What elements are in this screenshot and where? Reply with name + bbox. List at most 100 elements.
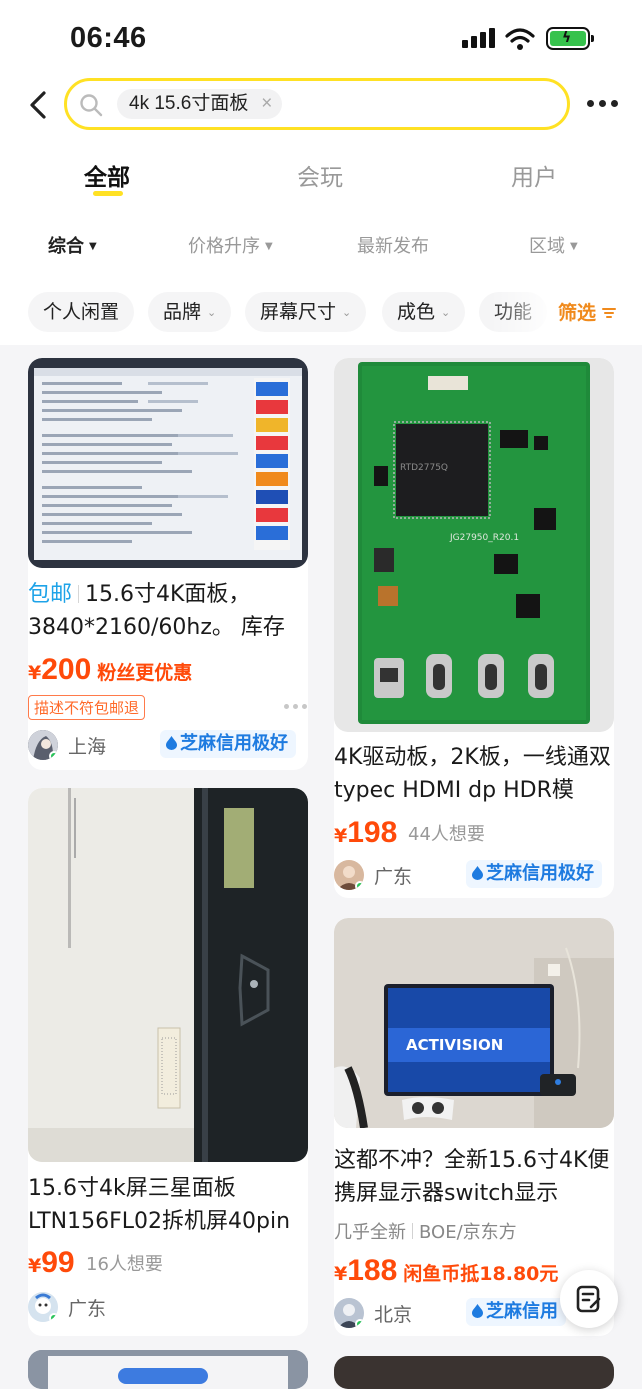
tab-all[interactable]: 全部 xyxy=(84,158,130,192)
sort-latest[interactable]: 最新发布 xyxy=(357,232,429,258)
product-title: 4K驱动板，2K板，一线通双typec HDMI dp HDR模 xyxy=(334,745,611,803)
wifi-icon xyxy=(505,28,535,50)
chip-brand[interactable]: 品牌 ⌄ xyxy=(148,292,232,332)
product-price: ¥188 闲鱼币抵18.80元 xyxy=(334,1254,558,1288)
search-query: 4k 15.6寸面板 xyxy=(129,93,249,114)
sort-label: 综合 xyxy=(48,236,84,257)
avatar[interactable] xyxy=(334,860,364,890)
product-price: ¥198 xyxy=(334,816,397,850)
caret-down-icon: ▼ xyxy=(89,241,97,252)
more-icon[interactable] xyxy=(587,100,619,108)
seller-row: 广东 xyxy=(28,1290,308,1324)
edit-list-icon xyxy=(576,1285,601,1313)
compose-button[interactable] xyxy=(560,1270,618,1328)
tab-play[interactable]: 会玩 xyxy=(297,158,343,192)
product-title: 包邮 15.6寸4K面板，3840*2160/60hz。 库存 xyxy=(28,578,308,644)
product-image: RTD2775Q JG27950_R20.1 xyxy=(334,358,614,732)
credit-text: 芝麻信用 xyxy=(486,1301,558,1322)
avatar[interactable] xyxy=(334,1298,364,1328)
currency-symbol: ¥ xyxy=(334,825,348,847)
free-shipping-tag: 包邮 xyxy=(28,582,73,607)
result-tabs: 全部 会玩 用户 xyxy=(0,154,642,204)
filter-icon xyxy=(602,308,617,318)
active-tab-indicator xyxy=(93,191,123,196)
price-value: 188 xyxy=(347,1254,398,1287)
search-box[interactable]: 4k 15.6寸面板 × xyxy=(64,78,570,130)
currency-symbol: ¥ xyxy=(28,1255,42,1277)
clock: 06:46 xyxy=(70,22,147,54)
product-title: 15.6寸4k屏三星面板LTN156FL02拆机屏40pin xyxy=(28,1176,291,1234)
signal-icon xyxy=(462,28,496,48)
more-options-icon[interactable] xyxy=(284,704,308,710)
sort-bar: 综合 ▼ 价格升序 ▼ 最新发布 区域 ▼ xyxy=(0,224,642,264)
product-image xyxy=(28,358,308,568)
sort-comprehensive[interactable]: 综合 ▼ xyxy=(48,232,97,258)
chip-label: 品牌 xyxy=(163,301,202,323)
product-card[interactable]: ACTIVISION 这都不冲？全新15.6寸4K便携屏显示器switch显示 … xyxy=(334,918,614,1336)
search-query-chip[interactable]: 4k 15.6寸面板 × xyxy=(117,89,283,119)
tab-users[interactable]: 用户 xyxy=(511,158,557,192)
sort-region[interactable]: 区域 ▼ xyxy=(529,232,578,258)
product-image: ACTIVISION xyxy=(334,918,614,1128)
credit-text: 芝麻信用极好 xyxy=(486,863,594,884)
chip-condition[interactable]: 成色 ⌄ xyxy=(382,292,466,332)
seller-location: 广东 xyxy=(374,866,413,888)
back-icon[interactable] xyxy=(26,90,50,120)
price-promo: 闲鱼币抵18.80元 xyxy=(403,1263,559,1285)
caret-down-icon: ▼ xyxy=(570,241,578,252)
chip-label: 个人闲置 xyxy=(43,301,120,323)
chevron-down-icon: ⌄ xyxy=(342,306,352,319)
credit-badge: 芝麻信用极好 xyxy=(160,730,296,758)
price-promo: 粉丝更优惠 xyxy=(97,662,193,684)
search-icon xyxy=(80,94,103,117)
currency-symbol: ¥ xyxy=(28,662,42,684)
product-card[interactable]: 15.6寸4k屏三星面板LTN156FL02拆机屏40pin ¥99 16人想要… xyxy=(28,788,308,1336)
caret-down-icon: ▼ xyxy=(265,241,273,252)
product-card[interactable]: RTD2775Q JG27950_R20.1 4K驱动板，2K板，一线通双typ… xyxy=(334,358,614,898)
credit-badge: 芝麻信用 xyxy=(466,1298,566,1326)
product-image xyxy=(28,788,308,1162)
price-value: 99 xyxy=(41,1246,75,1279)
svg-text:RTD2775Q: RTD2775Q xyxy=(400,463,448,473)
seller-location: 北京 xyxy=(374,1304,413,1326)
sort-label: 价格升序 xyxy=(188,236,260,257)
chevron-down-icon: ⌄ xyxy=(441,306,451,319)
product-image xyxy=(28,1350,308,1389)
sort-label: 最新发布 xyxy=(357,236,429,257)
product-card[interactable]: 包邮 15.6寸4K面板，3840*2160/60hz。 库存 ¥200 粉丝更优惠… xyxy=(28,358,308,770)
filter-button[interactable]: 筛选 xyxy=(558,298,617,325)
clear-query-icon[interactable]: × xyxy=(261,89,272,119)
product-tags: 几乎全新 BOE/京东方 xyxy=(334,1218,517,1244)
chip-label: 屏幕尺寸 xyxy=(260,301,337,323)
currency-symbol: ¥ xyxy=(334,1263,348,1285)
seller-location: 广东 xyxy=(68,1298,107,1320)
seller-row: 上海 芝麻信用极好 xyxy=(28,728,308,762)
flame-icon xyxy=(472,1304,483,1318)
chip-label: 成色 xyxy=(397,301,436,323)
flame-icon xyxy=(166,736,177,750)
battery-icon: ϟ xyxy=(546,27,594,50)
sort-price-asc[interactable]: 价格升序 ▼ xyxy=(188,232,273,258)
svg-text:ACTIVISION: ACTIVISION xyxy=(406,1036,503,1054)
seller-row: 广东 芝麻信用极好 xyxy=(334,858,614,892)
sort-label: 区域 xyxy=(529,236,565,257)
chip-screen-size[interactable]: 屏幕尺寸 ⌄ xyxy=(245,292,367,332)
chip-personal[interactable]: 个人闲置 xyxy=(28,292,135,332)
flame-icon xyxy=(472,866,483,880)
credit-badge: 芝麻信用极好 xyxy=(466,860,602,888)
status-bar: 06:46 ϟ xyxy=(0,0,642,78)
service-badge: 描述不符包邮退 xyxy=(28,695,146,720)
seller-location: 上海 xyxy=(68,736,107,758)
product-card[interactable] xyxy=(334,1356,614,1389)
svg-text:JG27950_R20.1: JG27950_R20.1 xyxy=(449,533,519,543)
want-count: 16人想要 xyxy=(86,1254,163,1275)
product-card[interactable] xyxy=(28,1350,308,1389)
credit-text: 芝麻信用极好 xyxy=(180,733,288,754)
want-count: 44人想要 xyxy=(408,824,485,845)
brand-tag: BOE/京东方 xyxy=(419,1222,517,1243)
filter-label: 筛选 xyxy=(558,302,597,324)
price-value: 200 xyxy=(41,653,92,686)
avatar[interactable] xyxy=(28,730,58,760)
avatar[interactable] xyxy=(28,1292,58,1322)
product-price: ¥99 xyxy=(28,1246,75,1280)
